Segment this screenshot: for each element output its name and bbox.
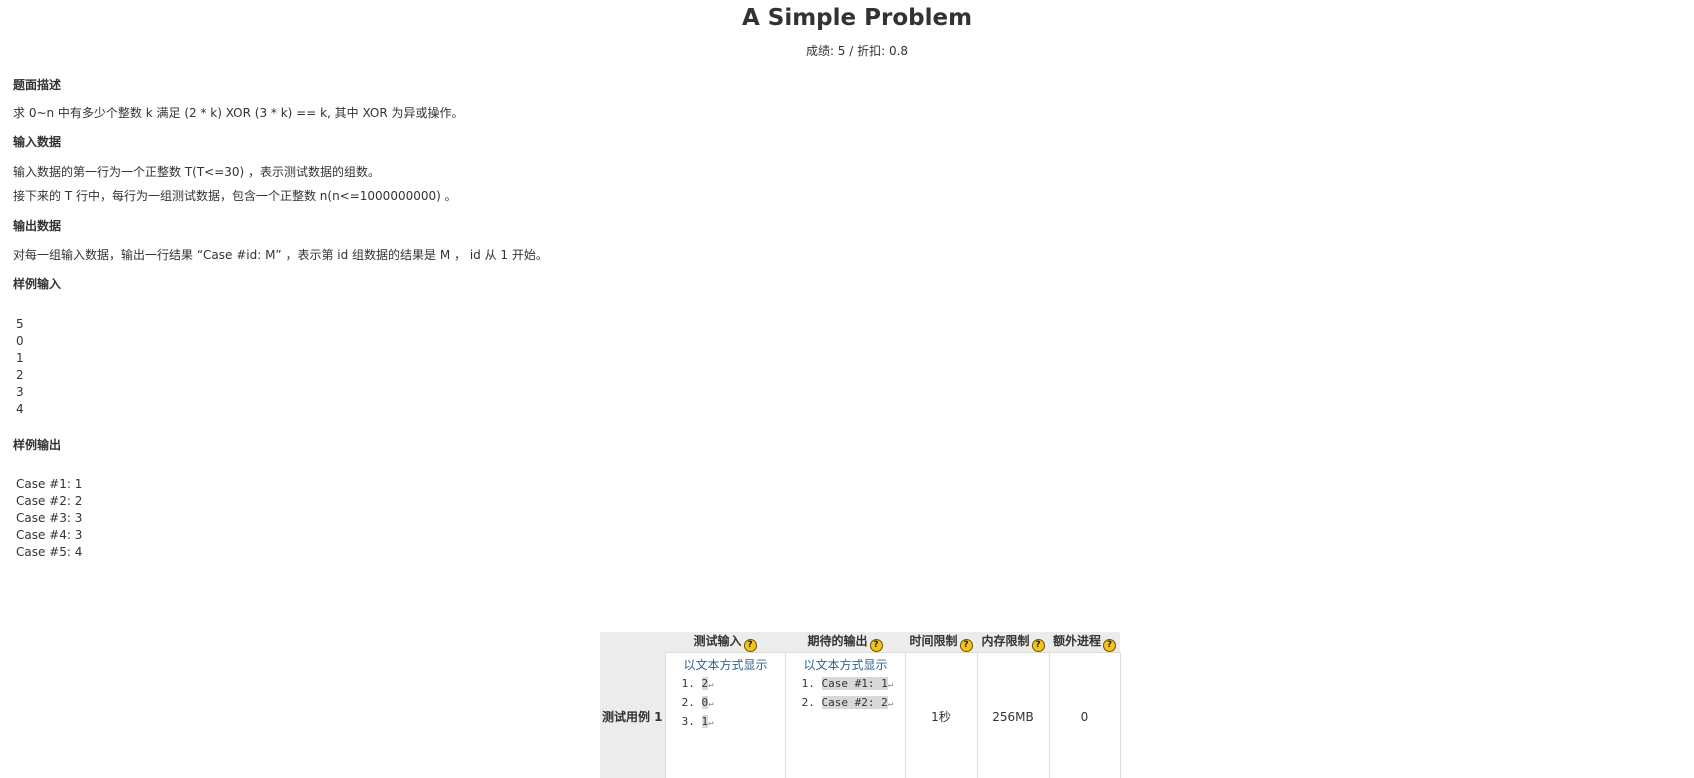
test-input-cell: 以文本方式显示 2↵ 0↵ 1↵ <box>664 652 786 778</box>
sample-input-line: 2 <box>16 368 24 382</box>
description-section: 题面描述 <box>13 76 61 93</box>
input-section: 输入数据 <box>13 133 61 150</box>
list-item: Case #2: 2↵ <box>821 694 905 713</box>
header-test-input-label: 测试输入 <box>693 634 742 648</box>
output-section: 输出数据 <box>13 217 61 234</box>
return-icon: ↵ <box>708 718 714 728</box>
list-item: 0↵ <box>701 694 785 713</box>
sample-input-line: 3 <box>16 385 24 399</box>
show-output-as-text-link[interactable]: 以文本方式显示 <box>804 656 905 673</box>
expected-output-cell: 以文本方式显示 Case #1: 1↵ Case #2: 2↵ <box>784 652 906 778</box>
input-text-line: 接下来的 T 行中，每行为一组测试数据，包含一个正整数 n(n<=1000000… <box>13 189 457 203</box>
sample-output-section: 样例输出 <box>13 436 61 453</box>
output-body: 对每一组输入数据，输出一行结果 “Case #id: M” ，表示第 id 组数… <box>13 246 548 263</box>
input-body: 输入数据的第一行为一个正整数 T(T<=30) ，表示测试数据的组数。 接下来的… <box>13 163 457 204</box>
list-item: 2↵ <box>701 675 785 694</box>
sample-output-heading: 样例输出 <box>13 438 62 452</box>
help-icon[interactable]: ? <box>743 639 757 652</box>
sample-output-block: Case #1: 1 Case #2: 2 Case #3: 3 Case #4… <box>16 476 82 561</box>
header-extra-process: 额外进程? <box>1049 632 1120 653</box>
sample-input-line: 4 <box>16 402 24 416</box>
sample-output-line: Case #4: 3 <box>16 528 83 542</box>
return-icon: ↵ <box>887 680 894 690</box>
description-heading: 题面描述 <box>13 78 62 92</box>
help-icon[interactable]: ? <box>869 639 883 652</box>
test-input-list: 2↵ 0↵ 1↵ <box>666 675 785 732</box>
sample-input-section: 样例输入 <box>13 275 61 292</box>
page-title: A Simple Problem <box>741 5 973 31</box>
expected-output-list: Case #1: 1↵ Case #2: 2↵ <box>786 675 905 713</box>
return-icon: ↵ <box>708 699 714 709</box>
help-icon[interactable]: ? <box>1031 639 1045 652</box>
header-blank <box>600 632 665 653</box>
input-text-line: 输入数据的第一行为一个正整数 T(T<=30) ，表示测试数据的组数。 <box>13 165 381 179</box>
sample-output-line: Case #2: 2 <box>16 494 83 508</box>
help-icon[interactable]: ? <box>1103 639 1116 652</box>
header-memory-limit-label: 内存限制 <box>981 634 1030 648</box>
memory-limit-value: 256MB <box>976 652 1050 778</box>
output-value: Case #2: 2 <box>821 696 888 709</box>
sample-input-line: 5 <box>16 317 24 331</box>
header-time-limit: 时间限制? <box>905 632 977 653</box>
problem-page: A Simple Problem 成绩: 5 / 折扣: 0.8 题面描述 求 … <box>0 0 1694 778</box>
description-text: 求 0~n 中有多少个整数 k 满足 (2 * k) XOR (3 * k) =… <box>13 106 464 120</box>
output-value: Case #1: 1 <box>821 677 888 690</box>
test-case-label: 测试用例 1 <box>600 652 665 778</box>
return-icon: ↵ <box>887 699 894 709</box>
sample-input-line: 1 <box>16 351 24 365</box>
sample-input-line: 0 <box>16 334 24 348</box>
list-item: Case #1: 1↵ <box>821 675 905 694</box>
return-icon: ↵ <box>708 680 714 690</box>
grade-discount-line: 成绩: 5 / 折扣: 0.8 <box>805 44 909 58</box>
test-case-table: 测试输入? 期待的输出? 时间限制? 内存限制? 额外进程? 测试用例 1 以文… <box>600 632 1121 778</box>
input-heading: 输入数据 <box>13 135 62 149</box>
time-limit-value: 1秒 <box>904 652 978 778</box>
header-expected-output: 期待的输出? <box>785 632 905 653</box>
sample-input-block: 5 0 1 2 3 4 <box>16 316 24 418</box>
header-test-input: 测试输入? <box>665 632 785 653</box>
show-input-as-text-link[interactable]: 以文本方式显示 <box>684 656 785 673</box>
list-item: 1↵ <box>701 713 785 732</box>
header-expected-output-label: 期待的输出 <box>807 634 868 648</box>
sample-output-line: Case #5: 4 <box>16 545 83 559</box>
description-body: 求 0~n 中有多少个整数 k 满足 (2 * k) XOR (3 * k) =… <box>13 104 464 121</box>
header-time-limit-label: 时间限制 <box>909 634 958 648</box>
extra-process-value: 0 <box>1048 652 1121 778</box>
output-heading: 输出数据 <box>13 219 62 233</box>
test-table-header-row: 测试输入? 期待的输出? 时间限制? 内存限制? 额外进程? <box>600 632 1120 653</box>
test-case-row: 测试用例 1 以文本方式显示 2↵ 0↵ 1↵ 以文本方式显示 Case #1:… <box>600 652 1121 778</box>
header-extra-process-label: 额外进程 <box>1052 634 1101 648</box>
sample-output-line: Case #3: 3 <box>16 511 83 525</box>
sample-output-line: Case #1: 1 <box>16 477 83 491</box>
header-memory-limit: 内存限制? <box>977 632 1049 653</box>
output-text: 对每一组输入数据，输出一行结果 “Case #id: M” ，表示第 id 组数… <box>13 248 548 262</box>
help-icon[interactable]: ? <box>959 639 973 652</box>
sample-input-heading: 样例输入 <box>13 277 62 291</box>
